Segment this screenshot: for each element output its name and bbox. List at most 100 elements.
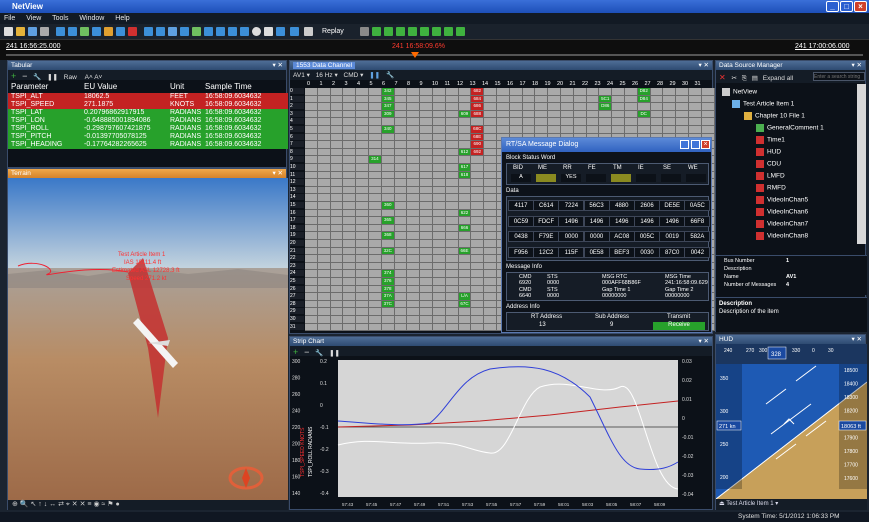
- grid-cell[interactable]: [317, 270, 331, 278]
- grid-cell[interactable]: [458, 262, 472, 271]
- grid-cell[interactable]: 345: [381, 95, 395, 104]
- grid-cell[interactable]: [433, 316, 446, 324]
- grid-cell[interactable]: [330, 171, 344, 180]
- grid-cell[interactable]: [509, 88, 523, 96]
- grid-cell[interactable]: [394, 308, 408, 316]
- grid-cell[interactable]: [394, 247, 408, 256]
- grid-cell[interactable]: [420, 217, 433, 225]
- grid-cell[interactable]: [317, 171, 331, 180]
- globe-icon[interactable]: [252, 27, 261, 36]
- grid-cell[interactable]: [612, 103, 625, 111]
- grid-cell[interactable]: [522, 88, 536, 96]
- grid-cell[interactable]: [394, 118, 408, 126]
- grid-cell[interactable]: [497, 126, 510, 134]
- grid-cell[interactable]: [471, 240, 485, 248]
- grid-cell[interactable]: [330, 133, 344, 142]
- grid-cell[interactable]: [381, 164, 395, 172]
- grid-cell[interactable]: [433, 262, 446, 271]
- grid-cell[interactable]: [509, 95, 523, 104]
- grid-cell[interactable]: [381, 118, 395, 126]
- grid-cell[interactable]: [420, 133, 433, 142]
- grid-cell[interactable]: [381, 186, 395, 195]
- grid-cell[interactable]: [381, 262, 395, 271]
- grid-cell[interactable]: [586, 95, 600, 104]
- grid-cell[interactable]: [394, 293, 408, 301]
- grid-cell[interactable]: [407, 164, 421, 172]
- grid-cell[interactable]: [433, 110, 446, 119]
- video-icon[interactable]: [240, 27, 249, 36]
- grid-cell[interactable]: [330, 179, 344, 187]
- grid-cell[interactable]: [420, 285, 433, 294]
- grid-cell[interactable]: [701, 88, 715, 96]
- dialog-close-button[interactable]: ×: [701, 140, 710, 149]
- grid-cell[interactable]: [407, 323, 421, 332]
- grid-cell[interactable]: [484, 262, 497, 271]
- timeline[interactable]: 241 16:56:25.000 241 16:58:09.6% 241 17:…: [0, 40, 869, 60]
- grid-cell[interactable]: [458, 194, 472, 202]
- grid-cell[interactable]: [317, 110, 331, 119]
- grid-cell[interactable]: [394, 186, 408, 195]
- grid-cell[interactable]: [369, 194, 382, 202]
- grid-cell[interactable]: [330, 88, 344, 96]
- grid-cell[interactable]: D82: [637, 88, 651, 96]
- grid-cell[interactable]: [317, 285, 331, 294]
- grid-cell[interactable]: [369, 141, 382, 149]
- grid-cell[interactable]: [689, 88, 702, 96]
- grid-cell[interactable]: 32C: [381, 247, 395, 256]
- grid-cell[interactable]: [433, 202, 446, 210]
- grid-cell[interactable]: [509, 126, 523, 134]
- grid-cell[interactable]: [484, 103, 497, 111]
- grid-cell[interactable]: [343, 148, 357, 157]
- grid-cell[interactable]: [356, 164, 369, 172]
- grid-cell[interactable]: [330, 270, 344, 278]
- grid-cell[interactable]: [394, 148, 408, 157]
- grid-cell[interactable]: [305, 224, 318, 233]
- grid-cell[interactable]: [650, 95, 664, 104]
- grid-cell[interactable]: [471, 270, 485, 278]
- grid-cell[interactable]: [625, 88, 638, 96]
- print-icon[interactable]: [40, 27, 49, 36]
- grid-cell[interactable]: [343, 247, 357, 256]
- grid-cell[interactable]: [394, 171, 408, 180]
- grid-cell[interactable]: [625, 110, 638, 119]
- chart-icon[interactable]: [80, 27, 89, 36]
- grid-cell[interactable]: 68E: [471, 133, 485, 142]
- grid-cell[interactable]: [445, 118, 459, 126]
- window-icon[interactable]: [56, 27, 65, 36]
- grid-cell[interactable]: [369, 293, 382, 301]
- grid-cell[interactable]: [317, 103, 331, 111]
- grid-cell[interactable]: [407, 293, 421, 301]
- grid-cell[interactable]: [305, 240, 318, 248]
- grid-cell[interactable]: [433, 308, 446, 316]
- grid-cell[interactable]: [369, 262, 382, 271]
- grid-cell[interactable]: [394, 232, 408, 240]
- list-icon[interactable]: [180, 27, 189, 36]
- grid-cell[interactable]: [394, 300, 408, 309]
- grid-cell[interactable]: [305, 156, 318, 164]
- grid-cell[interactable]: [445, 110, 459, 119]
- dsm-paste-icon[interactable]: ▤: [752, 75, 758, 82]
- graph-icon[interactable]: [168, 27, 177, 36]
- grid-cell[interactable]: [407, 217, 421, 225]
- strip-chart[interactable]: 3002802602402202001801601400.20.10-0.1-0…: [290, 357, 714, 510]
- grid-cell[interactable]: [305, 118, 318, 126]
- grid-cell[interactable]: [381, 156, 395, 164]
- grid-cell[interactable]: [330, 186, 344, 195]
- grid-cell[interactable]: [407, 186, 421, 195]
- grid-cell[interactable]: [599, 110, 613, 119]
- hud-controls-icon[interactable]: ▾ ✕: [851, 335, 862, 343]
- dsm-search-input[interactable]: [813, 72, 865, 81]
- grid-cell[interactable]: [394, 255, 408, 263]
- remove-icon[interactable]: −: [22, 71, 27, 81]
- grid-cell[interactable]: [343, 285, 357, 294]
- grid-cell[interactable]: [305, 164, 318, 172]
- grid-cell[interactable]: [612, 95, 625, 104]
- grid-cell[interactable]: [356, 262, 369, 271]
- strip-icon[interactable]: [216, 27, 225, 36]
- grid-cell[interactable]: [356, 285, 369, 294]
- grid-cell[interactable]: [573, 95, 587, 104]
- grid-cell[interactable]: [407, 118, 421, 126]
- grid-cell[interactable]: [445, 209, 459, 218]
- timeline-marker-icon[interactable]: [411, 52, 419, 58]
- grid-cell[interactable]: [522, 95, 536, 104]
